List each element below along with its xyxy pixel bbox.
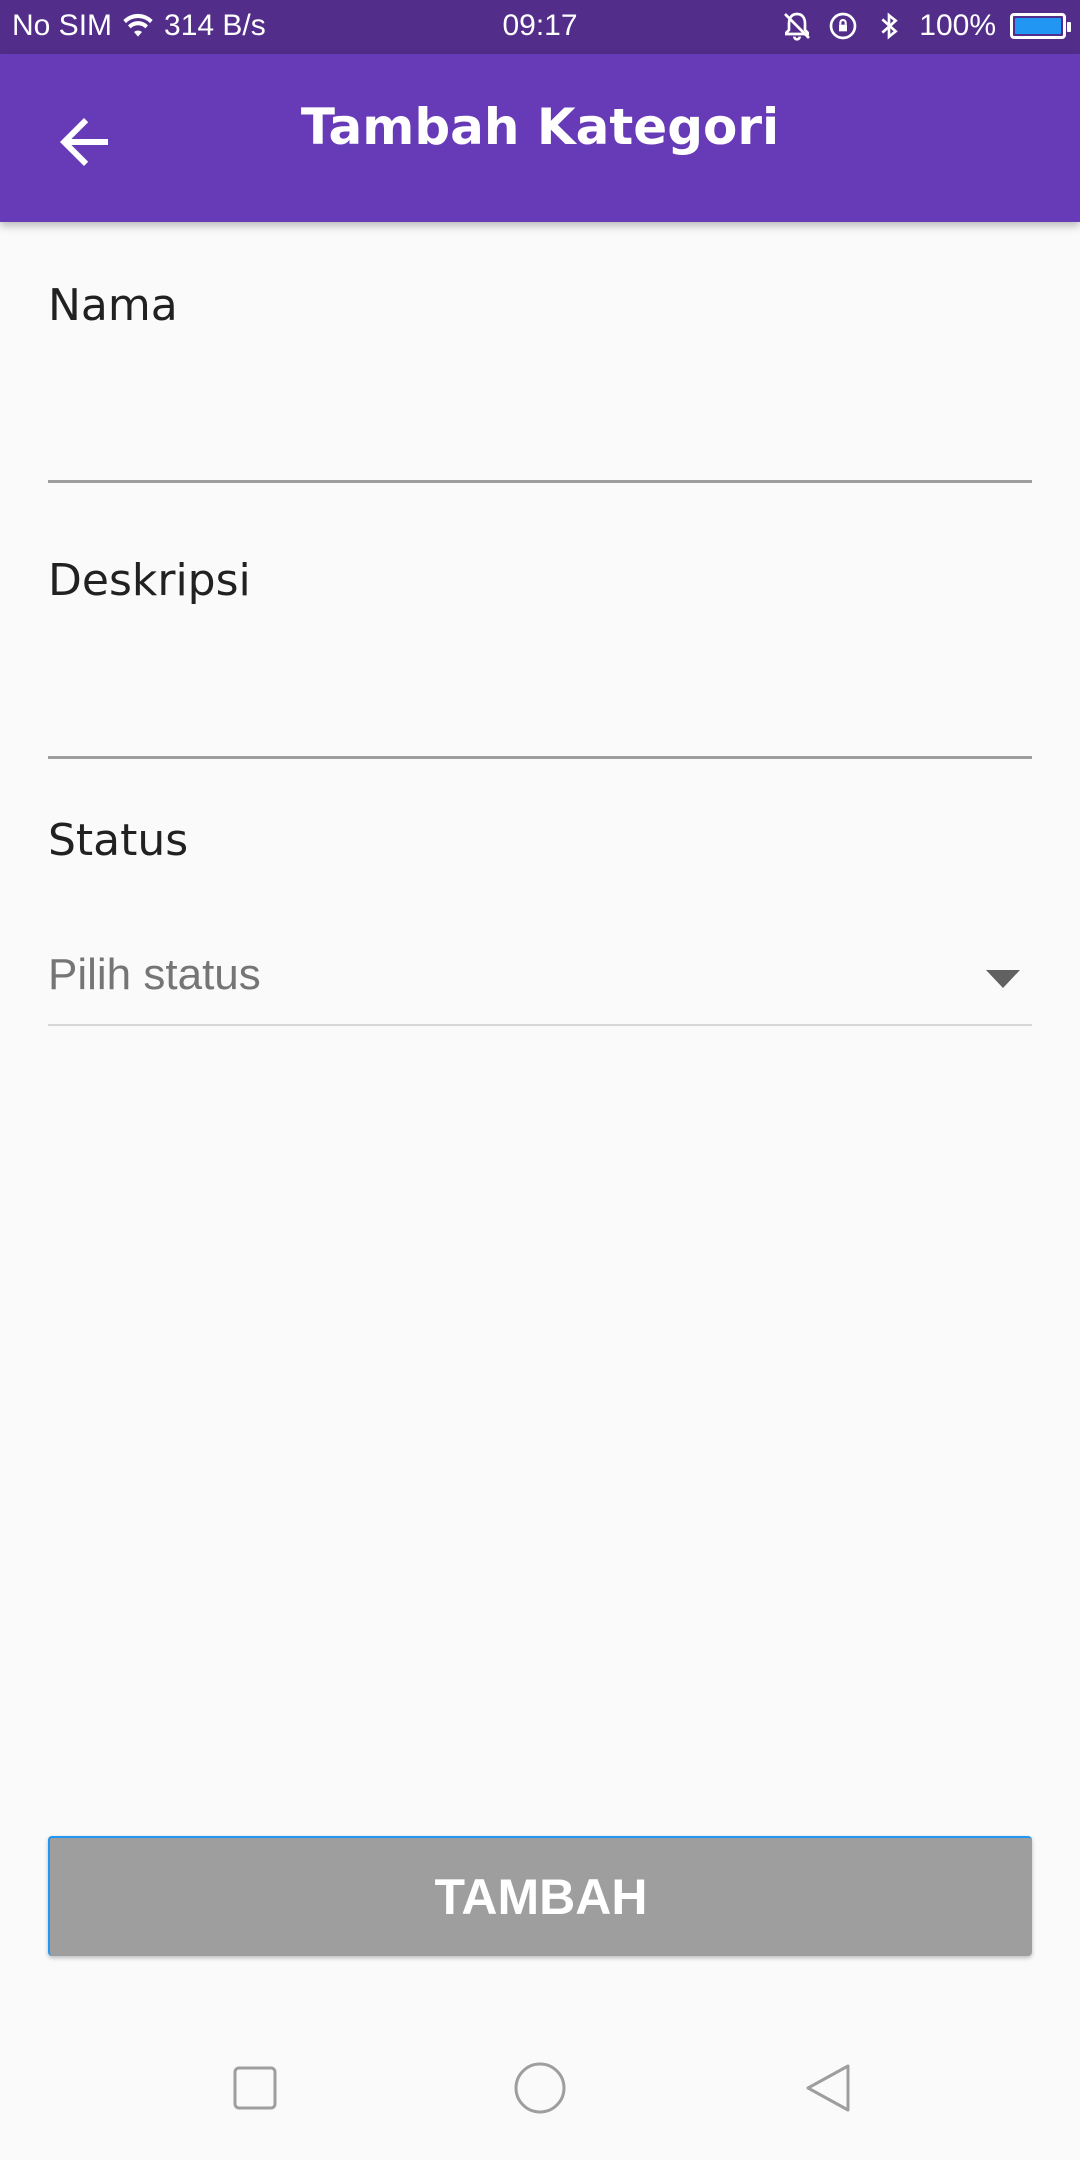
home-circle-icon[interactable]: [512, 2060, 568, 2116]
battery-fill: [1015, 18, 1061, 34]
back-triangle-icon[interactable]: [800, 2060, 856, 2116]
tambah-button[interactable]: TAMBAH: [48, 1836, 1032, 1956]
status-placeholder: Pilih status: [48, 950, 261, 999]
deskripsi-input[interactable]: [48, 655, 1032, 755]
rotation-lock-icon: [829, 12, 857, 40]
battery-percent-text: 100%: [919, 9, 996, 42]
navigation-bar: [0, 2010, 1080, 2160]
nama-input[interactable]: [48, 380, 1032, 480]
battery-icon: [1010, 13, 1071, 39]
status-bar: No SIM 314 B/s 09:17 100%: [0, 0, 1080, 54]
nama-underline: [48, 480, 1032, 483]
mute-bell-icon: [784, 12, 811, 41]
deskripsi-label: Deskripsi: [48, 555, 251, 606]
status-label: Status: [48, 815, 189, 866]
page-title: Tambah Kategori: [300, 98, 780, 156]
bluetooth-icon: [881, 12, 898, 40]
recents-square-icon[interactable]: [227, 2060, 283, 2116]
deskripsi-underline: [48, 756, 1032, 759]
app-bar: Tambah Kategori: [0, 54, 1080, 222]
nama-label: Nama: [48, 280, 178, 331]
status-right: 100%: [781, 9, 1071, 43]
dropdown-arrow-icon: [986, 970, 1020, 988]
screen: No SIM 314 B/s 09:17 100% Tambah Kategor…: [0, 0, 1080, 2160]
status-dropdown[interactable]: Pilih status: [48, 930, 1032, 1026]
